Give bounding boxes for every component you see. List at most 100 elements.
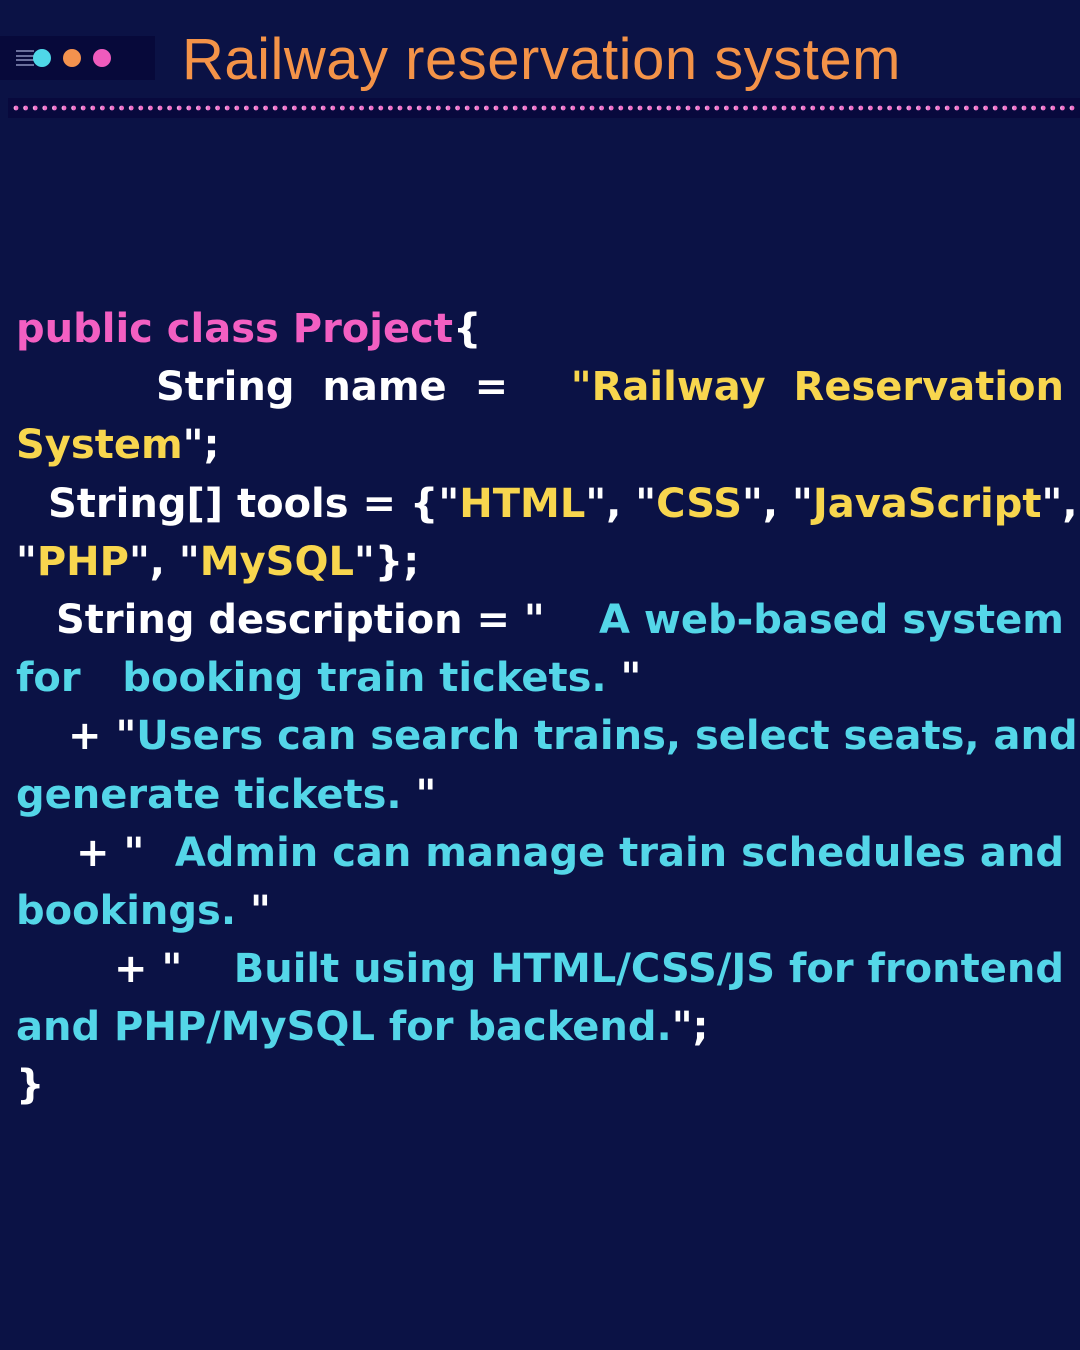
divider-dot <box>964 105 969 111</box>
divider-dot <box>676 105 681 111</box>
divider-dot <box>205 105 211 111</box>
divider-dot <box>378 105 384 111</box>
divider-dot <box>464 105 470 111</box>
divider-dot <box>666 105 672 111</box>
divider-dot <box>42 105 48 111</box>
tools-terminator: "}; <box>353 538 420 585</box>
divider-dot <box>138 105 144 111</box>
divider-dot <box>829 105 835 111</box>
divider-dot <box>234 105 240 111</box>
divider-dot <box>714 105 720 111</box>
divider-dot <box>426 105 432 111</box>
divider-dot <box>954 105 960 111</box>
window-controls <box>0 36 155 80</box>
divider-dot <box>1012 105 1017 111</box>
divider-dot <box>944 105 950 111</box>
divider-dot <box>599 105 604 111</box>
divider-dot <box>224 105 230 111</box>
description-declaration: String description = " <box>56 596 545 643</box>
tool-mysql: MySQL <box>199 538 354 585</box>
code-line-4: String[] tools = {" HTML ", " CSS ", " JavaSc… <box>16 475 1078 533</box>
divider-dot <box>349 105 355 111</box>
divider-dot <box>887 105 892 111</box>
tools-declaration: String[] tools = {" <box>48 480 460 527</box>
divider-dot <box>570 105 576 111</box>
divider-dot <box>282 105 288 111</box>
divider-dot <box>781 105 787 111</box>
divider-dot <box>800 105 806 111</box>
concat-operator: + " <box>114 946 183 993</box>
divider-dot <box>906 105 912 111</box>
divider-dot <box>455 105 460 111</box>
divider-dot <box>397 105 403 111</box>
tool-javascript: JavaScript <box>812 480 1042 527</box>
divider-dot <box>743 105 748 111</box>
open-brace: { <box>452 306 482 352</box>
divider-dot <box>647 105 652 111</box>
divider-dot <box>1050 105 1056 111</box>
name-declaration: String name = <box>156 364 509 411</box>
divider-dot <box>368 105 374 111</box>
divider-dot <box>608 105 614 111</box>
code-line-6: String description = " A web-based system <box>16 591 1064 649</box>
divider-dot <box>656 105 662 111</box>
pink-dot-icon <box>93 49 111 67</box>
divider-dot <box>32 105 38 111</box>
divider-dot <box>580 105 585 111</box>
divider-dot <box>839 105 844 111</box>
divider-dot <box>128 105 134 111</box>
divider-dot <box>1021 105 1027 111</box>
divider-dot <box>541 105 547 111</box>
divider-dot <box>772 105 777 111</box>
divider-dot <box>522 105 528 111</box>
divider-dot <box>445 105 451 111</box>
divider-dot <box>752 105 758 111</box>
code-line-5: " PHP ", " MySQL "}; <box>16 533 1064 591</box>
page-title: Railway reservation system <box>182 27 901 92</box>
divider-dot <box>253 105 259 111</box>
divider-dot <box>820 105 825 111</box>
divider-dot <box>1002 105 1008 111</box>
divider-dot <box>80 105 86 111</box>
name-terminator: "; <box>182 422 220 469</box>
divider-dot <box>148 105 153 111</box>
orange-dot-icon <box>63 49 81 67</box>
code-line-13: and PHP/MySQL for backend. "; <box>16 998 1064 1056</box>
divider-dot <box>973 105 979 111</box>
divider-dot <box>263 105 268 111</box>
divider-dot <box>301 105 307 111</box>
separator: ", " <box>128 538 200 585</box>
divider-dot <box>13 105 19 111</box>
code-line-14: } <box>16 1056 1064 1114</box>
header: Railway reservation system <box>0 0 1080 118</box>
divider-dot <box>311 105 316 111</box>
divider-dot <box>551 105 556 111</box>
name-string-end: System <box>16 422 183 469</box>
concat-operator: + " <box>76 829 145 876</box>
tool-css: CSS <box>656 480 743 527</box>
description-text: and PHP/MySQL for backend. <box>16 1004 672 1051</box>
separator: ", <box>1041 480 1078 527</box>
divider-dot <box>925 105 931 111</box>
divider-dot <box>560 105 566 111</box>
divider-dot <box>407 105 412 111</box>
divider-dot <box>704 105 710 111</box>
divider-dot <box>724 105 729 111</box>
quote: " <box>620 655 642 702</box>
name-string-start: "Railway Reservation <box>570 364 1064 411</box>
divider-dot <box>167 105 173 111</box>
description-text: Built using HTML/CSS/JS for frontend <box>233 946 1064 993</box>
divider-dot <box>157 105 163 111</box>
description-text: Users can search trains, select seats, a… <box>136 713 1078 760</box>
concat-operator: + " <box>68 713 137 760</box>
menu-lines-icon <box>16 50 34 66</box>
divider-dot <box>532 105 537 111</box>
divider-dot <box>685 105 691 111</box>
divider-dot <box>589 105 595 111</box>
divider-dot <box>474 105 480 111</box>
description-text: A web-based system <box>599 596 1064 643</box>
separator: ", " <box>742 480 813 527</box>
divider-dot <box>23 105 28 111</box>
divider-dot <box>215 105 221 111</box>
divider-dot <box>503 105 508 111</box>
